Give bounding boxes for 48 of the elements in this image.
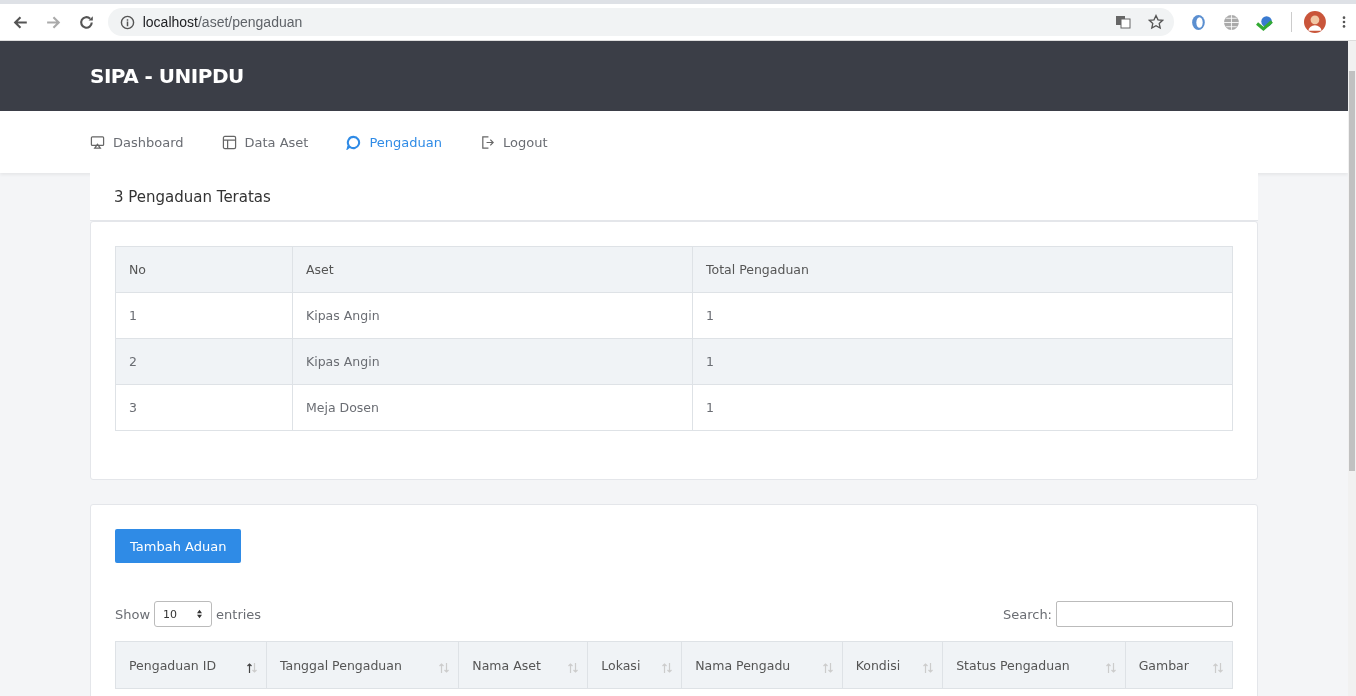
nav-link[interactable]: Dashboard (90, 134, 184, 150)
column-header[interactable]: Status Pengaduan (942, 641, 1126, 689)
column-header[interactable]: Nama Pengadu (681, 641, 843, 689)
column-header[interactable]: Kondisi (842, 641, 943, 689)
monitor-icon (90, 134, 105, 150)
search-field[interactable] (1056, 601, 1233, 627)
column-header[interactable]: Tanggal Pengaduan (266, 641, 459, 689)
table-cell: 2 (115, 338, 293, 385)
table-cell: 1 (692, 384, 1233, 431)
address-bar[interactable]: localhost/aset/pengaduan (107, 8, 1175, 36)
column-header: No (115, 246, 293, 293)
star-icon[interactable] (1148, 14, 1165, 30)
show-label: Show (115, 606, 151, 622)
table-cell: Kipas Angin (292, 338, 693, 385)
avatar-icon[interactable] (1304, 11, 1326, 33)
column-header[interactable]: Pengaduan ID (115, 641, 267, 689)
add-complaint-button[interactable]: Tambah Aduan (115, 529, 242, 563)
column-header[interactable]: Lokasi (587, 641, 682, 689)
table-cell: 1 (692, 338, 1233, 385)
table-cell: Meja Dosen (292, 384, 693, 431)
globe-icon[interactable] (1223, 13, 1241, 31)
reload-icon[interactable] (77, 13, 95, 31)
column-header[interactable]: Nama Aset (458, 641, 588, 689)
nav-link[interactable]: Data Aset (221, 134, 309, 150)
table-cell: 1 (115, 292, 293, 339)
scrollbar-thumb[interactable] (1349, 71, 1355, 471)
logout-icon (480, 134, 495, 150)
card-title: 3 Pengaduan Teratas (114, 187, 271, 206)
entries-label: entries (216, 606, 262, 622)
column-header: Total Pengaduan (692, 246, 1233, 293)
column-header[interactable]: Gambar (1125, 641, 1233, 689)
chat-bubble-icon (346, 134, 362, 150)
brand-title[interactable]: SIPA - UNIPDU (90, 64, 244, 88)
scrollbar[interactable] (1348, 41, 1356, 696)
layout-icon (221, 134, 237, 150)
menu-icon[interactable] (1342, 15, 1346, 29)
table-cell: 3 (115, 384, 293, 431)
page-size-select[interactable]: 10 (154, 601, 213, 627)
table-cell: Kipas Angin (292, 292, 693, 339)
extension-icon[interactable] (1190, 13, 1208, 31)
table-cell: 1 (692, 292, 1233, 339)
info-icon[interactable] (119, 14, 135, 30)
url-text[interactable]: localhost/aset/pengaduan (142, 14, 303, 30)
nav-link[interactable]: Logout (480, 134, 548, 150)
updown-caret-icon (196, 609, 204, 619)
search-label: Search: (1002, 606, 1052, 622)
column-header: Aset (292, 246, 693, 293)
nav-link[interactable]: Pengaduan (346, 134, 442, 150)
